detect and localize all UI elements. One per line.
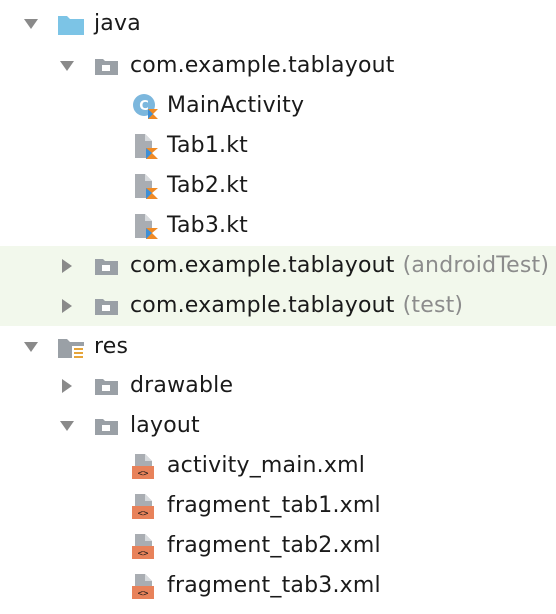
chevron-right-icon[interactable]: [58, 377, 76, 395]
svg-text:<>: <>: [138, 469, 149, 479]
tree-node-main-activity[interactable]: C MainActivity: [0, 86, 556, 126]
tree-node-drawable[interactable]: drawable: [0, 366, 556, 406]
chevron-right-icon[interactable]: [58, 257, 76, 275]
tree-node-label: fragment_tab3.xml: [167, 573, 381, 598]
tree-node-activity-main[interactable]: <> activity_main.xml: [0, 446, 556, 486]
xml-layout-icon: <>: [130, 491, 160, 521]
kotlin-file-icon: [130, 131, 160, 161]
tree-node-label: Tab3.kt: [167, 213, 248, 238]
tree-node-package-main[interactable]: com.example.tablayout: [0, 46, 556, 86]
svg-text:<>: <>: [138, 589, 149, 599]
package-icon: [92, 51, 122, 81]
tree-node-label: activity_main.xml: [167, 453, 366, 478]
tree-node-tab2[interactable]: Tab2.kt: [0, 166, 556, 206]
tree-node-fragment-tab1[interactable]: <> fragment_tab1.xml: [0, 486, 556, 526]
folder-icon: [56, 9, 86, 39]
tree-node-package-test[interactable]: com.example.tablayout (test): [0, 286, 556, 326]
project-tree: java com.example.tablayout C MainActivit…: [0, 0, 556, 614]
tree-node-label: fragment_tab1.xml: [167, 493, 381, 518]
tree-node-label: drawable: [130, 373, 234, 398]
tree-node-label: Tab1.kt: [167, 133, 248, 158]
chevron-down-icon[interactable]: [22, 15, 40, 33]
package-icon: [92, 411, 122, 441]
tree-node-label: com.example.tablayout: [130, 53, 395, 78]
xml-layout-icon: <>: [130, 571, 160, 601]
package-icon: [92, 251, 122, 281]
tree-node-label: java: [94, 11, 141, 36]
kotlin-class-icon: C: [130, 91, 160, 121]
package-icon: [92, 371, 122, 401]
source-set-suffix: (androidTest): [402, 253, 550, 278]
tree-node-label: fragment_tab2.xml: [167, 533, 381, 558]
tree-node-label: Tab2.kt: [167, 173, 248, 198]
svg-text:C: C: [139, 99, 149, 114]
tree-node-package-android-test[interactable]: com.example.tablayout (androidTest): [0, 246, 556, 286]
tree-node-label: com.example.tablayout (androidTest): [130, 253, 550, 278]
tree-node-tab1[interactable]: Tab1.kt: [0, 126, 556, 166]
tree-node-layout[interactable]: layout: [0, 406, 556, 446]
tree-node-label: com.example.tablayout (test): [130, 293, 464, 318]
kotlin-file-icon: [130, 211, 160, 241]
chevron-down-icon[interactable]: [58, 417, 76, 435]
tree-node-res[interactable]: res: [0, 327, 556, 367]
svg-text:<>: <>: [138, 549, 149, 559]
source-set-suffix: (test): [402, 293, 464, 318]
resource-folder-icon: [56, 332, 86, 362]
tree-node-fragment-tab2[interactable]: <> fragment_tab2.xml: [0, 526, 556, 566]
xml-layout-icon: <>: [130, 531, 160, 561]
tree-node-tab3[interactable]: Tab3.kt: [0, 206, 556, 246]
package-icon: [92, 291, 122, 321]
tree-node-label: res: [94, 334, 129, 359]
tree-node-java[interactable]: java: [0, 4, 556, 44]
xml-layout-icon: <>: [130, 451, 160, 481]
tree-node-label: MainActivity: [167, 93, 305, 118]
tree-node-fragment-tab3[interactable]: <> fragment_tab3.xml: [0, 566, 556, 606]
chevron-down-icon[interactable]: [22, 338, 40, 356]
chevron-right-icon[interactable]: [58, 297, 76, 315]
tree-node-label: layout: [130, 413, 200, 438]
chevron-down-icon[interactable]: [58, 57, 76, 75]
kotlin-file-icon: [130, 171, 160, 201]
svg-text:<>: <>: [138, 509, 149, 519]
